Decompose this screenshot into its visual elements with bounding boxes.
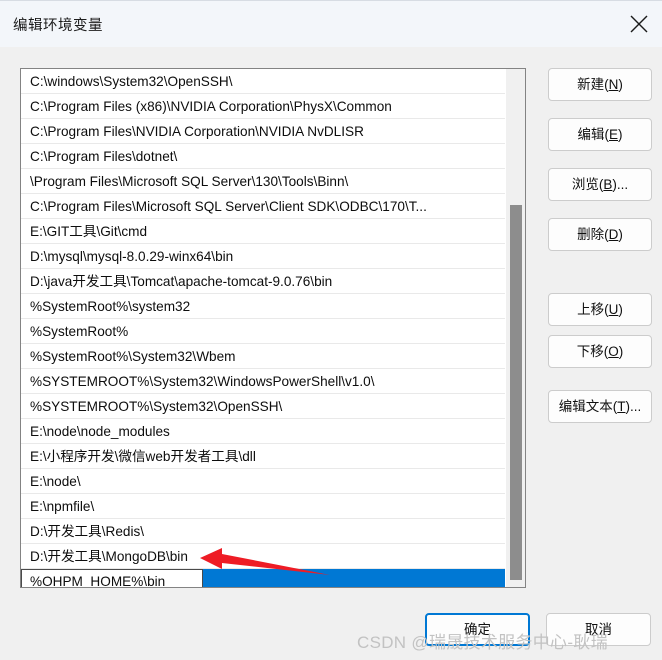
path-list-box[interactable]: C:\windows\System32\OpenSSH\ C:\Program F… bbox=[20, 68, 526, 588]
edit-button[interactable]: 编辑(E) bbox=[548, 118, 652, 151]
title-bar: 编辑环境变量 bbox=[0, 0, 662, 47]
list-item[interactable]: %SystemRoot% bbox=[21, 319, 505, 344]
list-item-selected[interactable]: %OHPM_HOME%\bin bbox=[21, 569, 505, 587]
browse-button[interactable]: 浏览(B)... bbox=[548, 168, 652, 201]
new-button[interactable]: 新建(N) bbox=[548, 68, 652, 101]
move-up-button[interactable]: 上移(U) bbox=[548, 293, 652, 326]
list-item[interactable]: C:\Program Files\Microsoft SQL Server\Cl… bbox=[21, 194, 505, 219]
button-label-tail: ) bbox=[618, 127, 623, 142]
button-label-tail: )... bbox=[625, 399, 642, 414]
button-mnemonic: U bbox=[608, 302, 619, 317]
button-mnemonic: E bbox=[608, 127, 618, 142]
list-item[interactable]: C:\Program Files\dotnet\ bbox=[21, 144, 505, 169]
button-label: 上移( bbox=[577, 302, 609, 317]
list-item[interactable]: \Program Files\Microsoft SQL Server\130\… bbox=[21, 169, 505, 194]
list-item[interactable]: C:\Program Files\NVIDIA Corporation\NVID… bbox=[21, 119, 505, 144]
list-item[interactable]: D:\开发工具\Redis\ bbox=[21, 519, 505, 544]
list-item[interactable]: E:\GIT工具\Git\cmd bbox=[21, 219, 505, 244]
move-down-button[interactable]: 下移(O) bbox=[548, 335, 652, 368]
edit-text-button[interactable]: 编辑文本(T)... bbox=[548, 390, 652, 423]
button-mnemonic: N bbox=[608, 77, 619, 92]
list-item[interactable]: E:\node\ bbox=[21, 469, 505, 494]
list-item[interactable]: D:\开发工具\MongoDB\bin bbox=[21, 544, 505, 569]
list-item[interactable]: %SystemRoot%\system32 bbox=[21, 294, 505, 319]
close-button[interactable] bbox=[616, 1, 662, 47]
list-item[interactable]: %SYSTEMROOT%\System32\WindowsPowerShell\… bbox=[21, 369, 505, 394]
list-item[interactable]: C:\windows\System32\OpenSSH\ bbox=[21, 69, 505, 94]
list-scrollbar-thumb[interactable] bbox=[510, 205, 522, 580]
ok-button[interactable]: 确定 bbox=[425, 613, 530, 646]
button-label-tail: ) bbox=[618, 77, 623, 92]
path-list-rows: C:\windows\System32\OpenSSH\ C:\Program F… bbox=[21, 69, 505, 587]
button-mnemonic: O bbox=[608, 344, 619, 359]
delete-button[interactable]: 删除(D) bbox=[548, 218, 652, 251]
list-scrollbar-track[interactable] bbox=[505, 69, 525, 587]
path-edit-input[interactable]: %OHPM_HOME%\bin bbox=[21, 569, 203, 587]
button-label: 编辑( bbox=[577, 127, 609, 142]
list-item[interactable]: %SYSTEMROOT%\System32\OpenSSH\ bbox=[21, 394, 505, 419]
list-item[interactable]: %SystemRoot%\System32\Wbem bbox=[21, 344, 505, 369]
button-label: 删除( bbox=[577, 227, 609, 242]
button-label: 新建( bbox=[577, 77, 609, 92]
list-item[interactable]: D:\java开发工具\Tomcat\apache-tomcat-9.0.76\… bbox=[21, 269, 505, 294]
list-item[interactable]: C:\Program Files (x86)\NVIDIA Corporatio… bbox=[21, 94, 505, 119]
button-label: 浏览( bbox=[571, 177, 604, 192]
list-item[interactable]: D:\mysql\mysql-8.0.29-winx64\bin bbox=[21, 244, 505, 269]
cancel-button[interactable]: 取消 bbox=[546, 613, 651, 646]
close-icon bbox=[630, 15, 648, 33]
button-label-tail: ) bbox=[618, 302, 623, 317]
edit-environment-variable-dialog: 编辑环境变量 C:\windows\System32\OpenSSH\ C:\Pr… bbox=[0, 0, 662, 660]
button-label: 下移( bbox=[576, 344, 609, 359]
list-item[interactable]: E:\node\node_modules bbox=[21, 419, 505, 444]
button-label-tail: ) bbox=[618, 344, 624, 359]
button-mnemonic: T bbox=[617, 399, 626, 414]
list-item[interactable]: E:\小程序开发\微信web开发者工具\dll bbox=[21, 444, 505, 469]
button-mnemonic: D bbox=[608, 227, 619, 242]
button-label-tail: ) bbox=[618, 227, 623, 242]
page-title: 编辑环境变量 bbox=[13, 18, 103, 34]
button-label: 编辑文本( bbox=[558, 399, 618, 414]
button-label-tail: )... bbox=[612, 177, 629, 192]
list-item[interactable]: E:\npmfile\ bbox=[21, 494, 505, 519]
